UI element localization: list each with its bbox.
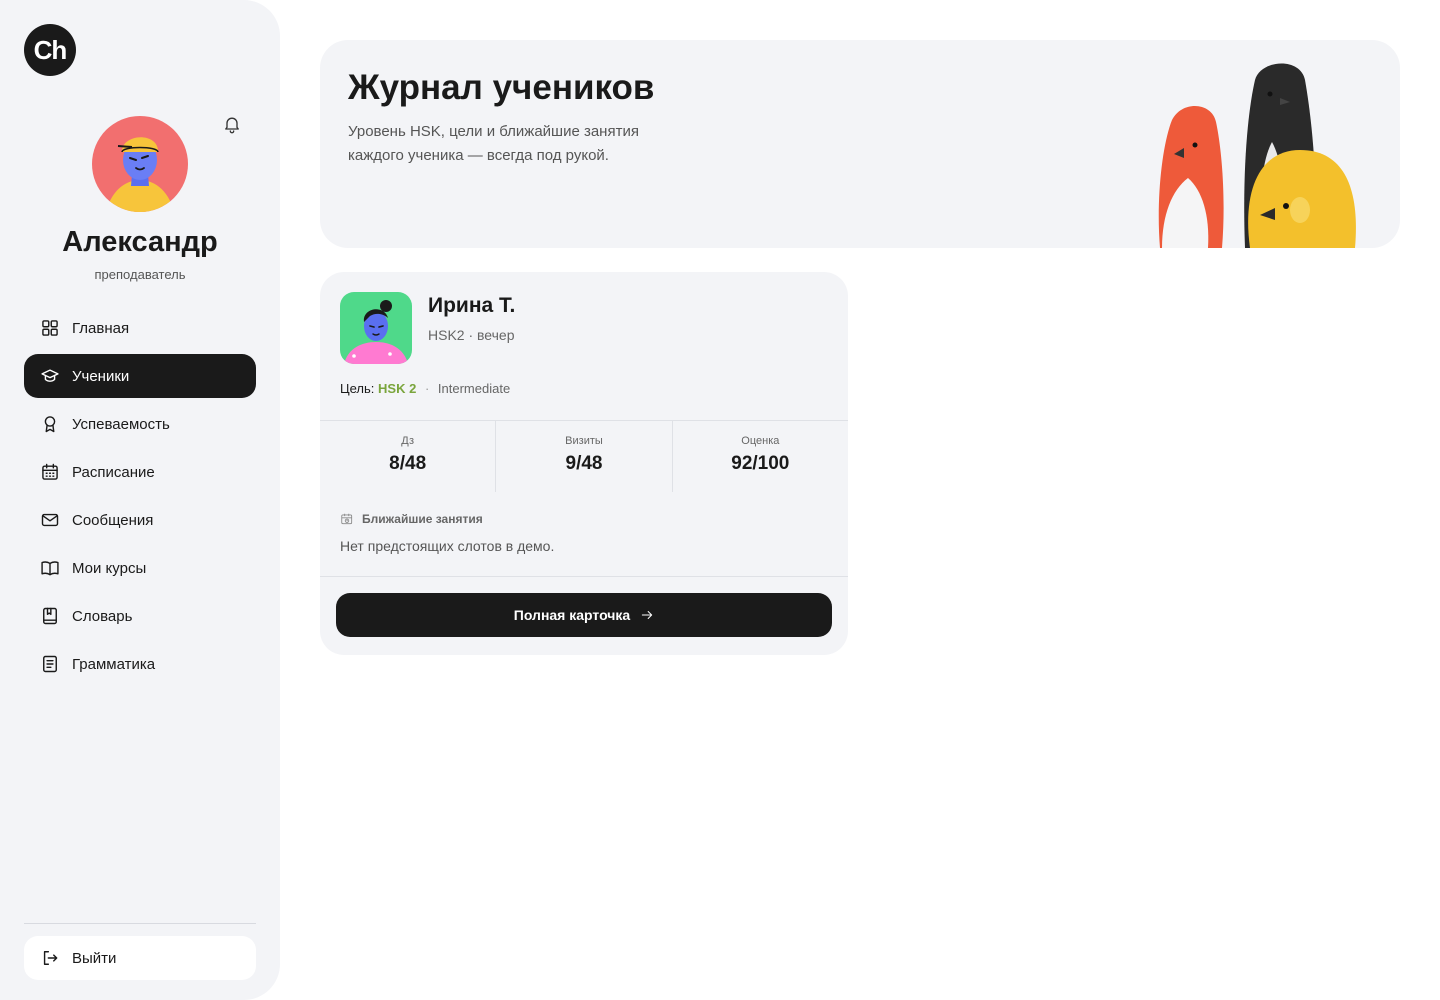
avatar[interactable] (92, 116, 188, 212)
stat-value: 9/48 (565, 453, 603, 474)
stat-value: 8/48 (389, 453, 427, 474)
sidebar-divider (24, 923, 256, 924)
logout-label: Выйти (72, 949, 117, 967)
goal-separator: · (424, 381, 430, 396)
sidebar: Ch Александр преподаватель Главная Учени… (0, 0, 280, 1000)
calendar-icon (40, 462, 60, 482)
upcoming-empty-text: Нет предстоящих слотов в демо. (340, 538, 555, 554)
notebook-icon (40, 654, 60, 674)
sidebar-item-label: Сообщения (72, 511, 154, 529)
penguins-illustration (1150, 50, 1380, 248)
stat-label: Дз (401, 435, 415, 447)
bell-icon[interactable] (222, 114, 242, 134)
stat-grade: Оценка 92/100 (673, 421, 848, 492)
app-logo[interactable]: Ch (24, 24, 76, 76)
user-name: Александр (62, 226, 218, 258)
stat-label: Визиты (565, 435, 603, 447)
sidebar-item-progress[interactable]: Успеваемость (24, 402, 256, 446)
student-card: Ирина Т. HSK2 · вечер Цель: HSK 2 · Inte… (320, 272, 848, 655)
user-role: преподаватель (94, 267, 186, 282)
award-icon (40, 414, 60, 434)
card-divider (320, 576, 848, 577)
sidebar-item-home[interactable]: Главная (24, 306, 256, 350)
sidebar-item-label: Мои курсы (72, 559, 147, 577)
app-root: Ch Александр преподаватель Главная Учени… (0, 0, 1440, 1000)
student-meta: HSK2 · вечер (428, 327, 515, 343)
sidebar-item-label: Грамматика (72, 655, 156, 673)
hero-banner: Журнал учеников Уровень HSK, цели и ближ… (320, 40, 1400, 248)
mail-icon (40, 510, 60, 530)
sidebar-item-courses[interactable]: Мои курсы (24, 546, 256, 590)
logout-icon (40, 948, 60, 968)
full-card-button-label: Полная карточка (513, 607, 631, 623)
stat-value: 92/100 (731, 453, 790, 474)
dictionary-icon (40, 606, 60, 626)
upcoming-title: Ближайшие занятия (362, 512, 483, 526)
stat-label: Оценка (741, 435, 780, 447)
sidebar-item-label: Успеваемость (72, 415, 170, 433)
book-open-icon (40, 558, 60, 578)
stat-visits: Визиты 9/48 (496, 421, 673, 492)
arrow-right-icon (642, 611, 653, 619)
grid-icon (40, 318, 60, 338)
goal-level: Intermediate (437, 381, 511, 396)
logout-button[interactable]: Выйти (24, 936, 256, 980)
goal-value: HSK 2 (378, 381, 417, 396)
sidebar-item-label: Словарь (72, 607, 133, 625)
student-stats: Дз 8/48 Визиты 9/48 Оценка 92/100 (320, 420, 848, 492)
student-avatar[interactable] (340, 292, 412, 364)
sidebar-item-grammar[interactable]: Грамматика (24, 642, 256, 686)
sidebar-item-label: Главная (72, 319, 130, 337)
page-subtitle: Уровень HSK, цели и ближайшие занятия ка… (348, 123, 639, 164)
sidebar-item-messages[interactable]: Сообщения (24, 498, 256, 542)
page-title: Журнал учеников (348, 68, 655, 107)
student-goal: Цель: HSK 2 · Intermediate (340, 381, 510, 396)
sidebar-item-schedule[interactable]: Расписание (24, 450, 256, 494)
student-name: Ирина Т. (428, 294, 516, 317)
full-card-button[interactable]: Полная карточка (336, 593, 832, 637)
graduation-cap-icon (40, 366, 60, 386)
sidebar-item-label: Ученики (72, 367, 130, 385)
sidebar-nav: Главная Ученики Успеваемость Расписание (24, 306, 256, 690)
sidebar-item-dictionary[interactable]: Словарь (24, 594, 256, 638)
sidebar-item-label: Расписание (72, 463, 155, 481)
sidebar-item-students[interactable]: Ученики (24, 354, 256, 398)
upcoming-header: Ближайшие занятия (340, 512, 483, 526)
goal-label: Цель: (340, 381, 375, 396)
stat-homework: Дз 8/48 (320, 421, 497, 492)
calendar-clock-icon (341, 513, 353, 525)
